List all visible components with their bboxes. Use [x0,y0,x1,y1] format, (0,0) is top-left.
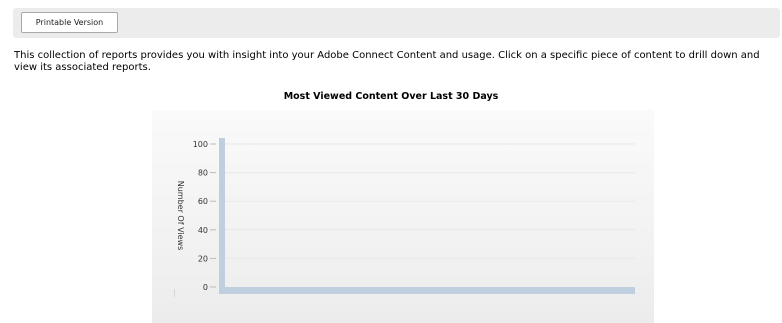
y-axis-title: Number Of Views [176,181,185,251]
y-tick-label-0: 0 [203,283,208,292]
chart-ticks: 0 20 40 60 80 100 [193,140,216,292]
y-tick-label-40: 40 [198,226,208,235]
chart-svg: 0 20 40 60 80 100 Number Of Views | [173,138,635,297]
x-axis-bar [219,287,635,294]
axis-origin-mark: | [173,288,176,297]
y-tick-label-80: 80 [198,169,208,178]
printable-version-button[interactable]: Printable Version [21,12,118,33]
chart-grid [219,143,635,259]
intro-text: This collection of reports provides you … [14,50,760,73]
chart-panel: 0 20 40 60 80 100 Number Of Views | [152,110,654,323]
y-axis-bar [219,138,225,287]
y-tick-label-100: 100 [193,140,208,149]
toolbar: Printable Version [13,8,780,38]
y-tick-label-60: 60 [198,197,208,206]
chart-title: Most Viewed Content Over Last 30 Days [283,91,499,102]
y-tick-label-20: 20 [198,254,208,263]
